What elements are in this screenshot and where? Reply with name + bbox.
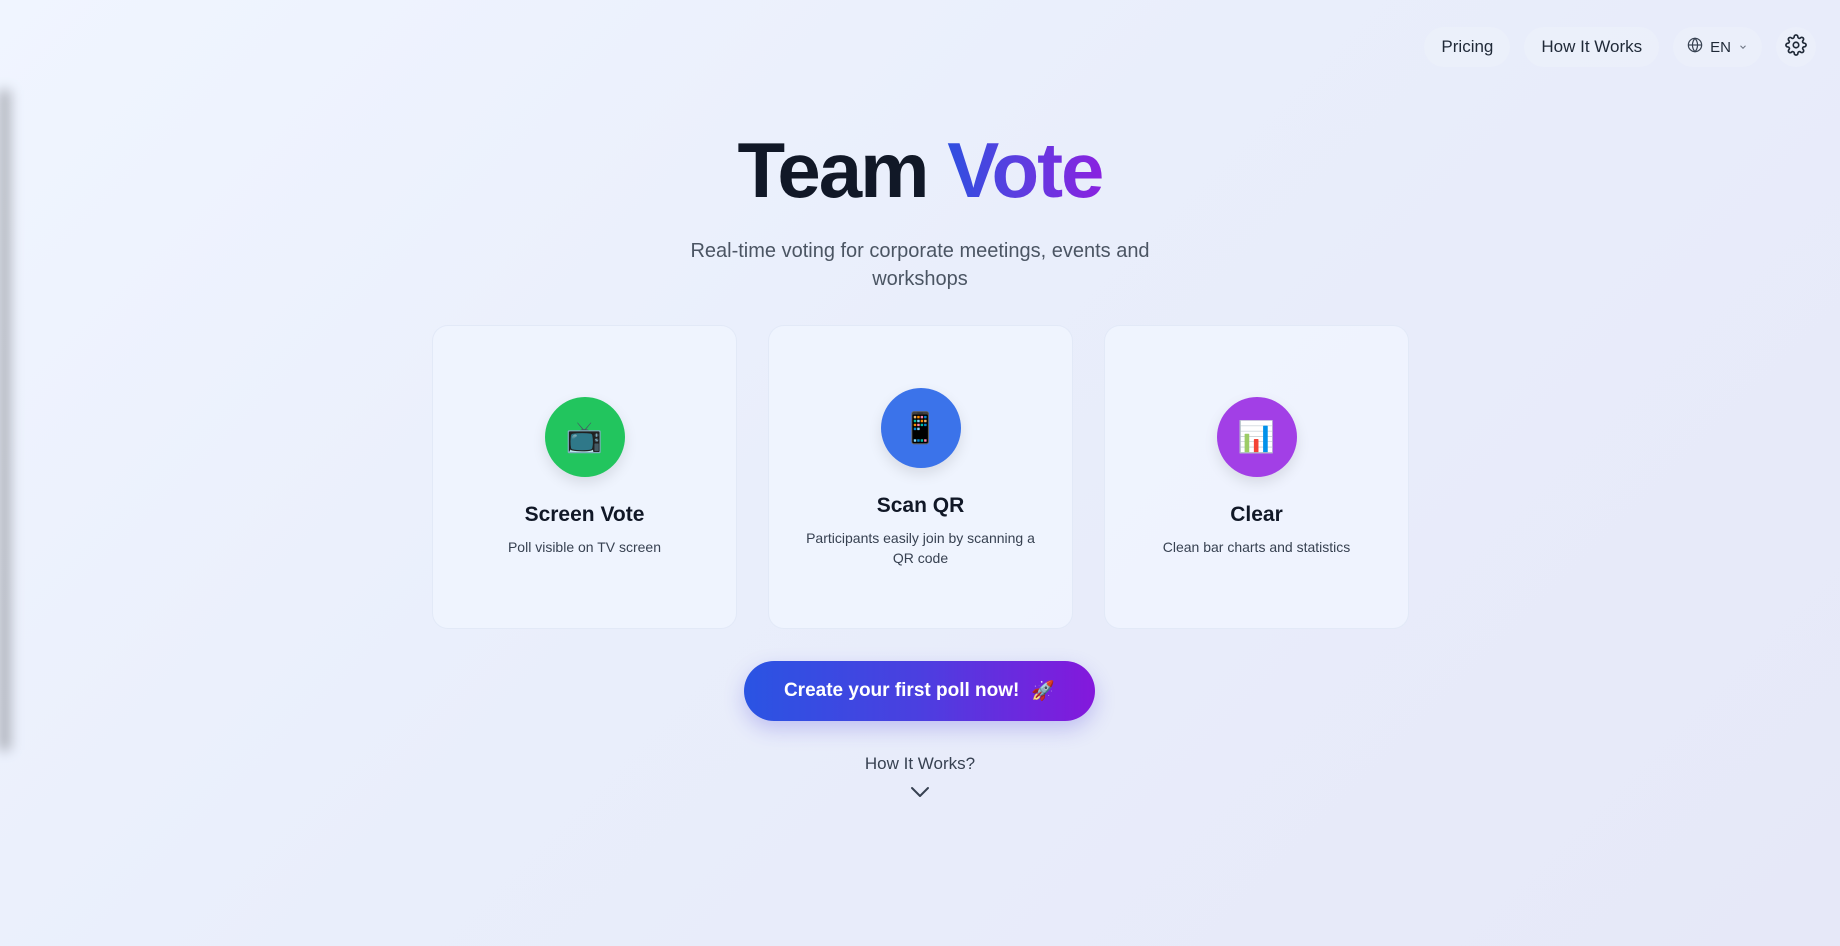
create-poll-button[interactable]: Create your first poll now! 🚀	[744, 661, 1095, 721]
feature-description: Participants easily join by scanning a Q…	[806, 530, 1035, 566]
feature-title: Scan QR	[876, 494, 965, 517]
feature-description: Poll visible on TV screen	[507, 539, 662, 555]
feature-title: Clear	[1230, 503, 1283, 526]
page-title: Team Vote	[0, 126, 1840, 214]
feature-icon-circle: 📱	[880, 388, 961, 468]
feature-icon-circle: 📊	[1216, 397, 1297, 477]
mobile-phone-icon: 📱	[901, 411, 940, 445]
feature-card-screen-vote: 📺 Screen Vote Poll visible on TV screen	[432, 325, 737, 629]
title-part-vote: Vote	[947, 126, 1104, 214]
gear-icon	[1785, 33, 1807, 61]
feature-card-scan-qr: 📱 Scan QR Participants easily join by sc…	[768, 325, 1073, 629]
top-navigation: Pricing How It Works EN	[1424, 27, 1816, 67]
hero-subtitle: Real-time voting for corporate meetings,…	[690, 240, 1150, 290]
chevron-down-icon	[1738, 39, 1748, 56]
how-it-works-link[interactable]: How It Works	[1524, 27, 1660, 67]
language-label: EN	[1710, 38, 1731, 56]
how-it-works-label: How It Works	[1541, 37, 1643, 56]
language-selector[interactable]: EN	[1673, 27, 1762, 67]
feature-card-clear: 📊 Clear Clean bar charts and statistics	[1104, 325, 1409, 629]
chevron-down-icon[interactable]	[910, 782, 930, 802]
how-it-works-scroll-link[interactable]: How It Works?	[0, 754, 1840, 774]
create-poll-label: Create your first poll now!	[783, 680, 1020, 701]
title-part-team: Team	[737, 126, 930, 214]
feature-title: Screen Vote	[524, 503, 645, 526]
globe-icon	[1687, 37, 1703, 57]
settings-button[interactable]	[1776, 27, 1816, 67]
feature-description: Clean bar charts and statistics	[1162, 539, 1351, 555]
rocket-icon: 🚀	[1031, 681, 1056, 702]
feature-icon-circle: 📺	[544, 397, 625, 477]
tv-icon: 📺	[565, 420, 604, 454]
bar-chart-icon: 📊	[1237, 420, 1276, 454]
pricing-label: Pricing	[1441, 37, 1494, 56]
pricing-link[interactable]: Pricing	[1424, 27, 1511, 67]
